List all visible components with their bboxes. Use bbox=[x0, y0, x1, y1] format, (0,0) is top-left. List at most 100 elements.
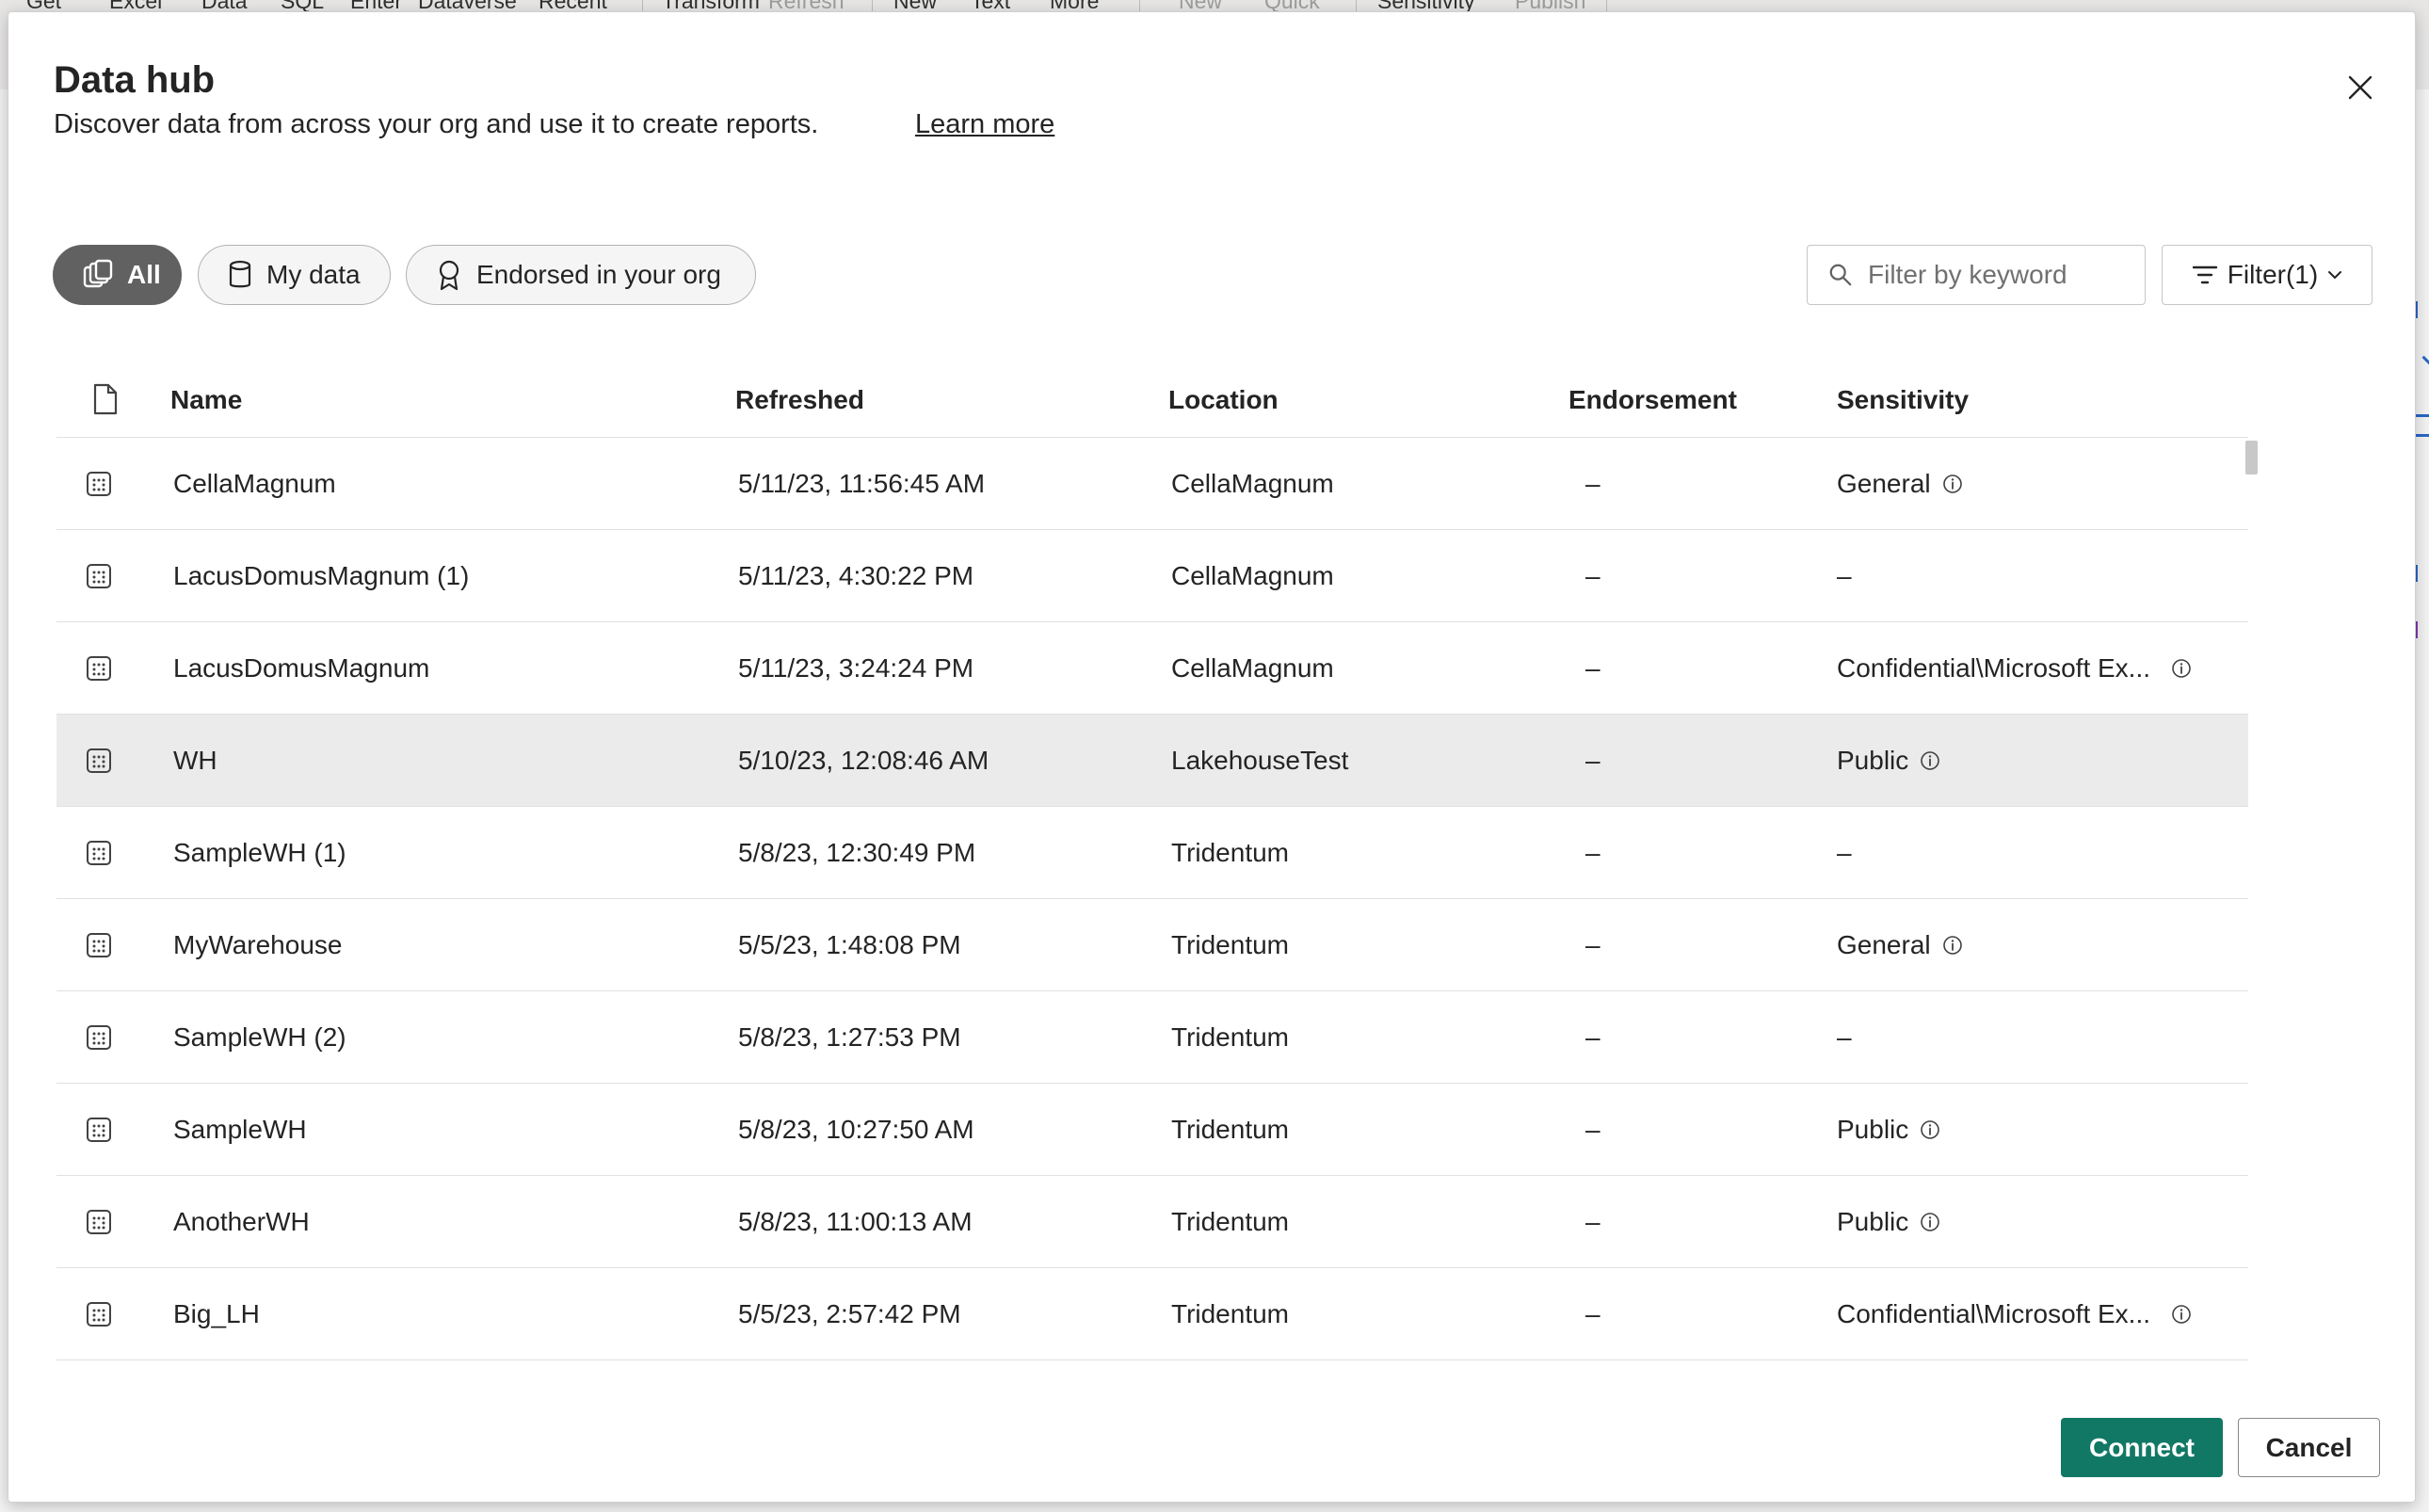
column-header-location[interactable]: Location bbox=[1168, 385, 1279, 415]
cell-refreshed: 5/8/23, 12:30:49 PM bbox=[738, 838, 976, 867]
warehouse-icon bbox=[87, 748, 111, 773]
table-row[interactable]: LacusDomusMagnum 5/11/23, 3:24:24 PM Cel… bbox=[56, 622, 2248, 715]
column-header-name[interactable]: Name bbox=[170, 385, 242, 415]
cell-refreshed: 5/8/23, 11:00:13 AM bbox=[738, 1207, 973, 1236]
cell-name: SampleWH (1) bbox=[173, 838, 346, 867]
cell-endorsement: – bbox=[1585, 469, 1601, 498]
search-input[interactable] bbox=[1866, 259, 2124, 291]
table-row[interactable]: Big_LH 5/5/23, 2:57:42 PM Tridentum – Co… bbox=[56, 1268, 2248, 1360]
table-row[interactable]: MyWarehouse 5/5/23, 1:48:08 PM Tridentum… bbox=[56, 899, 2248, 991]
cell-location: Tridentum bbox=[1171, 1299, 1290, 1328]
dialog-title: Data hub bbox=[54, 59, 216, 101]
pill-endorsed-label: Endorsed in your org bbox=[476, 260, 721, 289]
warehouse-icon bbox=[87, 1302, 111, 1327]
cell-location: Tridentum bbox=[1171, 838, 1290, 867]
info-icon[interactable] bbox=[2171, 658, 2192, 679]
cell-refreshed: 5/11/23, 11:56:45 AM bbox=[738, 469, 986, 498]
connect-button[interactable]: Connect bbox=[2061, 1418, 2223, 1477]
sensitivity-label: – bbox=[1837, 838, 1852, 867]
all-items-icon bbox=[83, 259, 113, 288]
warehouse-icon bbox=[87, 472, 111, 496]
pill-my-data[interactable]: My data bbox=[198, 245, 391, 305]
data-table: Name Refreshed Location Endorsement Sens… bbox=[56, 361, 2248, 1436]
table-row[interactable]: AnotherWH 5/8/23, 11:00:13 AM Tridentum … bbox=[56, 1176, 2248, 1268]
learn-more-link[interactable]: Learn more bbox=[915, 109, 1054, 140]
data-hub-dialog: Data hub Discover data from across your … bbox=[8, 11, 2416, 1503]
table-scrollbar[interactable] bbox=[2245, 441, 2258, 475]
sensitivity-label: Public bbox=[1837, 746, 1909, 775]
info-icon[interactable] bbox=[1942, 935, 1963, 956]
cell-name: WH bbox=[173, 746, 217, 775]
table-row[interactable]: SampleWH 5/8/23, 10:27:50 AM Tridentum –… bbox=[56, 1084, 2248, 1176]
table-row[interactable]: WH 5/10/23, 12:08:46 AM LakehouseTest – … bbox=[56, 715, 2248, 807]
filter-button[interactable]: Filter(1) bbox=[2162, 245, 2373, 305]
close-icon bbox=[2348, 75, 2373, 100]
info-icon[interactable] bbox=[2171, 1304, 2192, 1325]
sensitivity-label: Confidential\Microsoft Ex... bbox=[1837, 1299, 2151, 1328]
cell-endorsement: – bbox=[1585, 1207, 1601, 1236]
cell-sensitivity: – bbox=[1837, 561, 1852, 591]
cell-name: SampleWH bbox=[173, 1115, 307, 1144]
warehouse-icon bbox=[87, 656, 111, 681]
ribbon-badge-icon bbox=[439, 260, 459, 291]
cell-endorsement: – bbox=[1585, 930, 1601, 959]
cell-sensitivity: Public bbox=[1837, 1207, 1940, 1237]
table-header: Name Refreshed Location Endorsement Sens… bbox=[56, 361, 2248, 438]
cell-refreshed: 5/8/23, 10:27:50 AM bbox=[738, 1115, 974, 1144]
search-box[interactable] bbox=[1807, 245, 2146, 305]
warehouse-icon bbox=[87, 1025, 111, 1050]
column-header-sensitivity[interactable]: Sensitivity bbox=[1837, 385, 1969, 415]
table-row[interactable]: CellaMagnum 5/11/23, 11:56:45 AM CellaMa… bbox=[56, 438, 2248, 530]
cell-endorsement: – bbox=[1585, 1115, 1601, 1144]
chevron-down-icon bbox=[2328, 271, 2342, 280]
cell-sensitivity: General bbox=[1837, 469, 1963, 499]
info-icon[interactable] bbox=[1942, 474, 1963, 494]
column-header-refreshed[interactable]: Refreshed bbox=[735, 385, 864, 415]
sensitivity-label: Public bbox=[1837, 1115, 1909, 1144]
cell-location: LakehouseTest bbox=[1171, 746, 1349, 775]
cell-name: LacusDomusMagnum (1) bbox=[173, 561, 470, 590]
table-row[interactable]: LacusDomusMagnum (1) 5/11/23, 4:30:22 PM… bbox=[56, 530, 2248, 622]
file-type-icon bbox=[93, 383, 118, 415]
cell-refreshed: 5/5/23, 1:48:08 PM bbox=[738, 930, 961, 959]
table-row[interactable]: SampleWH (1) 5/8/23, 12:30:49 PM Trident… bbox=[56, 807, 2248, 899]
table-row[interactable]: SampleWH (2) 5/8/23, 1:27:53 PM Tridentu… bbox=[56, 991, 2248, 1084]
cell-sensitivity: – bbox=[1837, 1022, 1852, 1053]
cell-refreshed: 5/11/23, 3:24:24 PM bbox=[738, 653, 974, 683]
cell-sensitivity: General bbox=[1837, 930, 1963, 960]
cell-sensitivity: Confidential\Microsoft Ex... bbox=[1837, 653, 2192, 684]
cancel-button[interactable]: Cancel bbox=[2238, 1418, 2380, 1477]
cell-location: CellaMagnum bbox=[1171, 469, 1334, 498]
dialog-subtitle: Discover data from across your org and u… bbox=[54, 109, 819, 139]
cell-sensitivity: Public bbox=[1837, 746, 1940, 776]
cell-location: CellaMagnum bbox=[1171, 653, 1334, 683]
cell-endorsement: – bbox=[1585, 653, 1601, 683]
cell-location: Tridentum bbox=[1171, 1207, 1290, 1236]
cell-name: CellaMagnum bbox=[173, 469, 336, 498]
cell-refreshed: 5/10/23, 12:08:46 AM bbox=[738, 746, 989, 775]
table-body: CellaMagnum 5/11/23, 11:56:45 AM CellaMa… bbox=[56, 438, 2248, 1436]
column-header-endorsement[interactable]: Endorsement bbox=[1568, 385, 1737, 415]
info-icon[interactable] bbox=[1920, 1212, 1940, 1232]
cell-refreshed: 5/8/23, 1:27:53 PM bbox=[738, 1022, 961, 1052]
cell-endorsement: – bbox=[1585, 1022, 1601, 1052]
info-icon[interactable] bbox=[1920, 1119, 1940, 1140]
cell-endorsement: – bbox=[1585, 561, 1601, 590]
sensitivity-label: General bbox=[1837, 469, 1931, 498]
cell-location: Tridentum bbox=[1171, 1115, 1290, 1144]
cell-location: Tridentum bbox=[1171, 1022, 1290, 1052]
sensitivity-label: Public bbox=[1837, 1207, 1909, 1236]
cell-location: CellaMagnum bbox=[1171, 561, 1334, 590]
info-icon[interactable] bbox=[1920, 750, 1940, 771]
cell-name: AnotherWH bbox=[173, 1207, 310, 1236]
cell-name: MyWarehouse bbox=[173, 930, 343, 959]
cell-endorsement: – bbox=[1585, 838, 1601, 867]
sensitivity-label: – bbox=[1837, 1022, 1852, 1052]
pill-all[interactable]: All bbox=[53, 245, 182, 305]
cell-name: SampleWH (2) bbox=[173, 1022, 346, 1052]
warehouse-icon bbox=[87, 841, 111, 865]
close-button[interactable] bbox=[2341, 69, 2379, 106]
cell-endorsement: – bbox=[1585, 746, 1601, 775]
pill-endorsed[interactable]: Endorsed in your org bbox=[406, 245, 756, 305]
database-icon bbox=[229, 260, 251, 288]
